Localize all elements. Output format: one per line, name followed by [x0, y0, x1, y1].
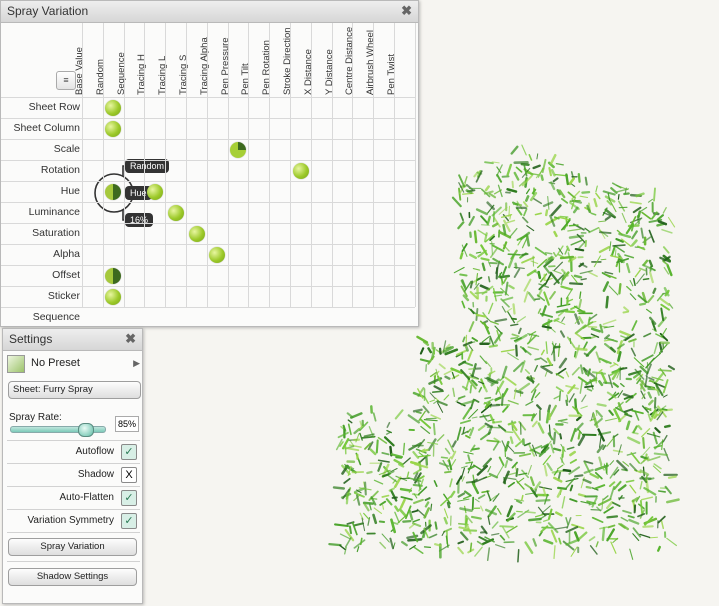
shadow-settings-button[interactable]: Shadow Settings [8, 568, 137, 586]
row-label: Hue [60, 185, 80, 197]
row-label: Rotation [40, 164, 80, 176]
row-label: Saturation [32, 227, 80, 239]
variation-dot[interactable] [105, 99, 122, 116]
divider [7, 532, 140, 533]
column-header-label: Pen Rotation [261, 40, 273, 95]
settings-titlebar[interactable]: Settings ✖ [3, 329, 142, 351]
spray-variation-title: Spray Variation [7, 4, 89, 18]
settings-title: Settings [9, 332, 53, 346]
spray-variation-titlebar[interactable]: Spray Variation ✖ [1, 1, 418, 23]
column-header: Pen Twist [386, 23, 414, 97]
column-header-label: Tracing H [136, 54, 148, 95]
row-label: Sheet Column [13, 122, 80, 134]
row-label: Scale [53, 143, 80, 155]
column-header-label: Sequence [115, 52, 127, 95]
divider [7, 440, 140, 441]
column-header-label: Random [94, 59, 106, 95]
variation-dot[interactable] [105, 267, 122, 284]
divider [7, 509, 140, 510]
row-label: Alpha [53, 248, 80, 260]
variation-dot[interactable] [188, 225, 205, 242]
column-header-label: Centre Distance [344, 26, 356, 95]
shadow-checkbox[interactable]: X [121, 467, 137, 483]
column-header-label: Y Distance [323, 49, 335, 95]
variation-dot[interactable] [105, 183, 122, 200]
spray-artwork [328, 144, 680, 563]
popup-random-tag: Random [125, 159, 170, 173]
divider [7, 486, 140, 487]
variation-dot[interactable] [209, 246, 226, 263]
spray-rate-value[interactable]: 85% [115, 416, 139, 432]
variation-symmetry-label: Variation Symmetry [27, 515, 114, 526]
autoflow-checkbox[interactable]: ✓ [121, 444, 137, 460]
close-icon[interactable]: ✖ [125, 331, 136, 347]
column-header-label: Pen Pressure [219, 37, 231, 95]
preset-label: No Preset [31, 357, 80, 369]
brush-icon [7, 355, 25, 373]
column-header-label: Stroke Direction [282, 27, 293, 95]
shadow-label: Shadow [77, 469, 114, 480]
variation-dot[interactable] [167, 204, 184, 221]
sheet-button[interactable]: Sheet: Furry Spray [8, 381, 141, 399]
auto-flatten-label: Auto-Flatten [59, 492, 114, 503]
autoflow-label: Autoflow [75, 446, 114, 457]
divider [7, 561, 140, 562]
row-label: Luminance [28, 206, 80, 218]
column-header-label: X Distance [302, 49, 314, 95]
triangle-right-icon[interactable]: ▶ [133, 358, 140, 369]
auto-flatten-checkbox[interactable]: ✓ [121, 490, 137, 506]
column-header-label: Base Value [74, 47, 85, 95]
popup-percent-tag: 16% [125, 213, 154, 227]
spray-rate-knob[interactable] [77, 423, 94, 437]
variation-dot[interactable] [230, 141, 247, 158]
column-header-label: Tracing L [157, 55, 169, 95]
variation-dot[interactable] [105, 288, 122, 305]
settings-panel: Settings ✖ No Preset ▶ Sheet: Furry Spra… [2, 328, 143, 604]
variation-symmetry-checkbox[interactable]: ✓ [121, 513, 137, 529]
preset-selector[interactable]: No Preset ▶ [7, 355, 140, 373]
column-header-label: Tracing Alpha [198, 37, 210, 95]
variation-dot[interactable] [146, 183, 163, 200]
sort-icon[interactable]: ≡ [56, 71, 76, 90]
row-label: Sheet Row [28, 101, 80, 113]
column-header-label: Pen Tilt [240, 63, 252, 95]
row-label: Offset [52, 269, 80, 281]
spray-variation-button[interactable]: Spray Variation [8, 538, 137, 556]
column-header-label: Tracing S [178, 54, 189, 95]
column-header-label: Pen Twist [386, 53, 397, 95]
column-header-label: Airbrush Wheel [365, 30, 377, 95]
row-label: Sticker Sequence [32, 290, 80, 323]
spray-rate-slider[interactable] [10, 423, 106, 437]
variation-dot[interactable] [105, 120, 122, 137]
close-icon[interactable]: ✖ [401, 3, 412, 19]
spray-rate-label: Spray Rate: [9, 412, 62, 423]
divider [7, 463, 140, 464]
